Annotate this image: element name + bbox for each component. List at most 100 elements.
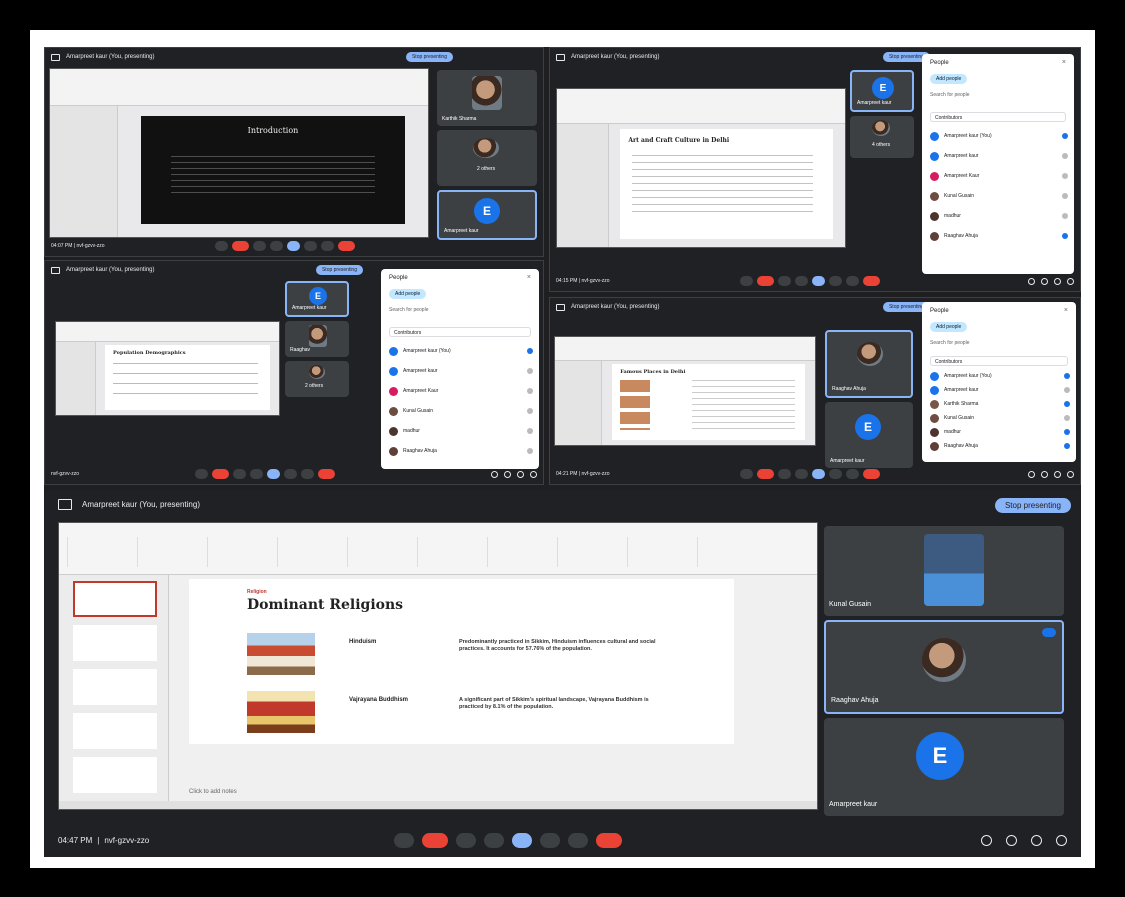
mic-button[interactable]	[215, 241, 228, 251]
participant-row[interactable]: Raaghav Ahuja	[930, 230, 1068, 242]
leave-call-button[interactable]	[863, 469, 880, 479]
more-options-button[interactable]	[846, 469, 859, 479]
emoji-button[interactable]	[250, 469, 263, 479]
thumbnail[interactable]	[73, 669, 157, 705]
add-people-button[interactable]: Add people	[930, 74, 968, 84]
more-options-button[interactable]	[568, 832, 588, 848]
close-icon[interactable]: ×	[1062, 59, 1066, 66]
activities-icon[interactable]	[1067, 277, 1074, 285]
captions-button[interactable]	[456, 832, 476, 848]
activities-icon[interactable]	[1067, 470, 1074, 478]
activities-icon[interactable]	[530, 470, 537, 478]
participant-row[interactable]: Kunal Gusain	[930, 190, 1068, 202]
participant-row[interactable]: Amarpreet Kaur	[930, 170, 1068, 182]
contributors-section[interactable]: Contributors	[930, 112, 1066, 122]
contributors-section[interactable]: Contributors	[930, 356, 1068, 366]
present-button[interactable]	[812, 276, 825, 286]
search-people-input[interactable]: Search for people	[930, 340, 969, 346]
mic-button[interactable]	[394, 832, 414, 848]
leave-call-button[interactable]	[596, 832, 622, 848]
participant-row[interactable]: Amarpreet kaur (You)	[389, 345, 533, 357]
participant-tile[interactable]: 2 others	[437, 130, 537, 186]
mic-button[interactable]	[740, 276, 753, 286]
camera-off-button[interactable]	[212, 469, 229, 479]
activities-icon[interactable]	[1056, 834, 1067, 846]
contributors-section[interactable]: Contributors	[389, 327, 531, 337]
participant-row[interactable]: madhur	[930, 210, 1068, 222]
participant-tile[interactable]: Raaghav	[285, 321, 349, 357]
people-icon[interactable]	[504, 470, 511, 478]
raise-hand-button[interactable]	[284, 469, 297, 479]
notes-placeholder[interactable]: Click to add notes	[189, 789, 237, 795]
leave-call-button[interactable]	[318, 469, 335, 479]
raise-hand-button[interactable]	[829, 469, 842, 479]
captions-button[interactable]	[253, 241, 266, 251]
camera-off-button[interactable]	[422, 832, 448, 848]
info-icon[interactable]	[1028, 470, 1035, 478]
participant-row[interactable]: Karthik Sharma	[930, 398, 1070, 410]
search-people-input[interactable]: Search for people	[389, 307, 428, 313]
present-button[interactable]	[812, 469, 825, 479]
captions-button[interactable]	[778, 469, 791, 479]
participant-row[interactable]: Kunal Gusain	[930, 412, 1070, 424]
people-icon[interactable]	[1006, 834, 1017, 846]
close-icon[interactable]: ×	[527, 274, 531, 281]
emoji-button[interactable]	[484, 832, 504, 848]
emoji-button[interactable]	[270, 241, 283, 251]
present-button[interactable]	[267, 469, 280, 479]
info-icon[interactable]	[491, 470, 498, 478]
more-options-button[interactable]	[301, 469, 314, 479]
add-people-button[interactable]: Add people	[930, 322, 968, 332]
thumbnail[interactable]	[73, 713, 157, 749]
thumbnail[interactable]	[73, 625, 157, 661]
participant-row[interactable]: Raaghav Ahuja	[930, 440, 1070, 452]
stop-presenting-button[interactable]: Stop presenting	[405, 52, 453, 62]
emoji-button[interactable]	[795, 276, 808, 286]
participant-tile-self[interactable]: E Amarpreet kaur	[824, 718, 1064, 816]
participant-tile[interactable]: Kunal Gusain	[824, 526, 1064, 616]
thumbnail[interactable]	[73, 757, 157, 793]
present-button[interactable]	[287, 241, 300, 251]
participant-tile[interactable]: 4 others	[850, 116, 914, 158]
participant-tile-self[interactable]: E Amarpreet kaur	[285, 281, 349, 317]
leave-call-button[interactable]	[863, 276, 880, 286]
participant-tile-self[interactable]: E Amarpreet kaur	[850, 70, 914, 112]
captions-button[interactable]	[778, 276, 791, 286]
leave-call-button[interactable]	[338, 241, 355, 251]
camera-off-button[interactable]	[232, 241, 249, 251]
participant-tile[interactable]: Raaghav Ahuja	[825, 330, 913, 398]
participant-row[interactable]: Amarpreet kaur (You)	[930, 370, 1070, 382]
participant-row[interactable]: Amarpreet kaur	[389, 365, 533, 377]
mic-button[interactable]	[195, 469, 208, 479]
emoji-button[interactable]	[795, 469, 808, 479]
raise-hand-button[interactable]	[540, 832, 560, 848]
stop-presenting-button[interactable]: Stop presenting	[315, 265, 363, 275]
participant-tile[interactable]: 2 others	[285, 361, 349, 397]
raise-hand-button[interactable]	[304, 241, 317, 251]
participant-row[interactable]: Amarpreet kaur (You)	[930, 130, 1068, 142]
participant-tile[interactable]: Karthik Sharma	[437, 70, 537, 126]
participant-row[interactable]: madhur	[389, 425, 533, 437]
add-people-button[interactable]: Add people	[389, 289, 427, 299]
chat-icon[interactable]	[1031, 834, 1042, 846]
participant-tile[interactable]: Raaghav Ahuja	[824, 620, 1064, 714]
info-icon[interactable]	[981, 834, 992, 846]
stop-presenting-button[interactable]: Stop presenting	[994, 498, 1071, 513]
participant-tile-self[interactable]: E Amarpreet kaur	[437, 190, 537, 240]
close-icon[interactable]: ×	[1064, 307, 1068, 314]
chat-icon[interactable]	[1054, 277, 1061, 285]
participant-row[interactable]: Kunal Gusain	[389, 405, 533, 417]
participant-row[interactable]: Raaghav Ahuja	[389, 445, 533, 457]
participant-row[interactable]: Amarpreet kaur	[930, 150, 1068, 162]
chat-icon[interactable]	[517, 470, 524, 478]
raise-hand-button[interactable]	[829, 276, 842, 286]
captions-button[interactable]	[233, 469, 246, 479]
participant-row[interactable]: madhur	[930, 426, 1070, 438]
people-icon[interactable]	[1041, 277, 1048, 285]
present-button[interactable]	[512, 832, 532, 848]
more-options-button[interactable]	[321, 241, 334, 251]
participant-tile-self[interactable]: E Amarpreet kaur	[825, 402, 913, 468]
more-options-button[interactable]	[846, 276, 859, 286]
mic-button[interactable]	[740, 469, 753, 479]
search-people-input[interactable]: Search for people	[930, 92, 969, 98]
